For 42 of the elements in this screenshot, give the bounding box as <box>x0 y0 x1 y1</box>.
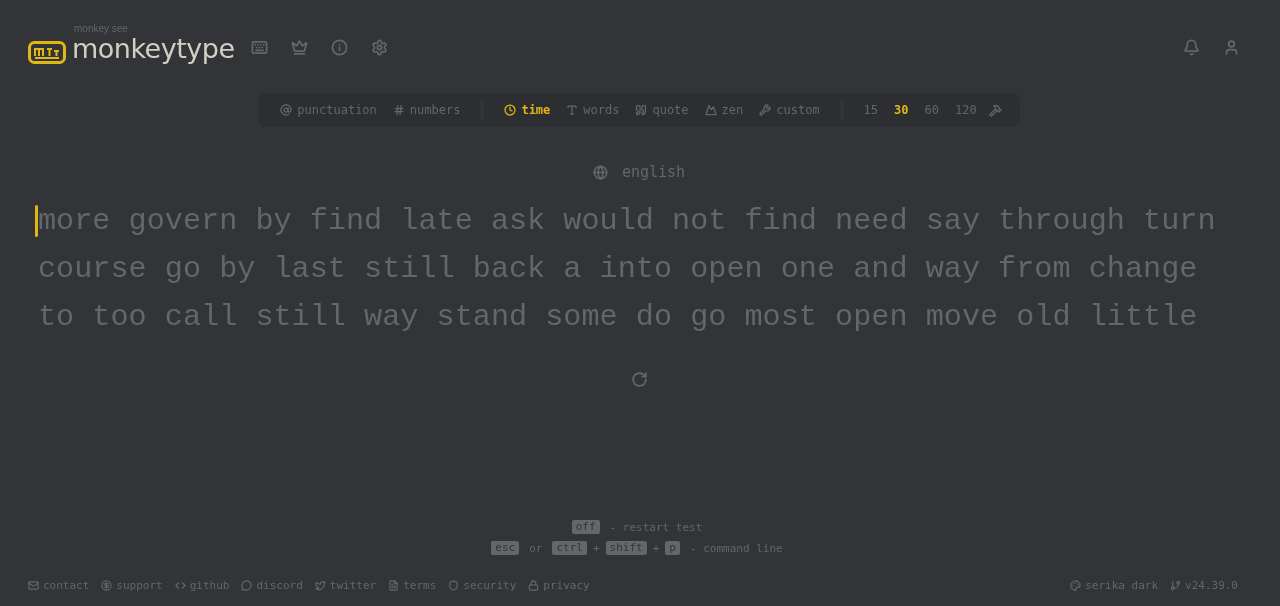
globe-icon <box>592 164 608 180</box>
clock-icon <box>504 104 517 116</box>
crown-icon <box>290 38 308 56</box>
keyboard-icon <box>250 38 268 56</box>
text-caret <box>35 205 38 237</box>
duration-option[interactable]: 15 <box>855 103 887 117</box>
branch-icon <box>1170 580 1181 591</box>
mode-option[interactable]: quote <box>627 103 697 117</box>
letter-icon <box>566 104 579 116</box>
settings-icon <box>370 38 388 56</box>
at-sign-icon <box>280 104 293 116</box>
shield-icon <box>448 580 460 591</box>
file-icon <box>388 580 400 591</box>
duration-option[interactable]: 30 <box>886 103 917 117</box>
duration-option[interactable]: 120 <box>946 103 985 117</box>
toggle-option[interactable]: numbers <box>384 103 469 117</box>
hash-icon <box>392 104 405 116</box>
logo-icon <box>28 41 66 64</box>
mode-option[interactable]: zen <box>696 103 752 117</box>
restart-icon <box>630 371 648 388</box>
plus-sign: + <box>592 541 600 555</box>
quote-icon <box>635 104 648 116</box>
lock-icon <box>528 580 540 591</box>
mode-option[interactable]: time <box>496 103 559 117</box>
info-icon <box>330 38 348 56</box>
toggle-option[interactable]: punctuation <box>272 103 385 117</box>
coin-icon <box>101 580 113 591</box>
mode-option[interactable]: custom <box>751 103 828 117</box>
mountain-icon <box>704 104 717 116</box>
tools-icon <box>988 103 1002 117</box>
bird-icon <box>314 580 326 591</box>
user-icon <box>1223 38 1240 56</box>
mail-icon <box>28 580 39 591</box>
bell-icon <box>1183 38 1200 56</box>
plus-sign: + <box>652 541 660 555</box>
mode-option[interactable]: words <box>558 103 628 117</box>
logo-name[interactable]: monkeytype <box>72 34 235 64</box>
duration-option[interactable]: 60 <box>916 103 947 117</box>
wrench-icon <box>759 104 772 116</box>
code-icon <box>174 580 186 591</box>
chat-icon <box>241 580 253 591</box>
palette-icon <box>1070 580 1082 591</box>
